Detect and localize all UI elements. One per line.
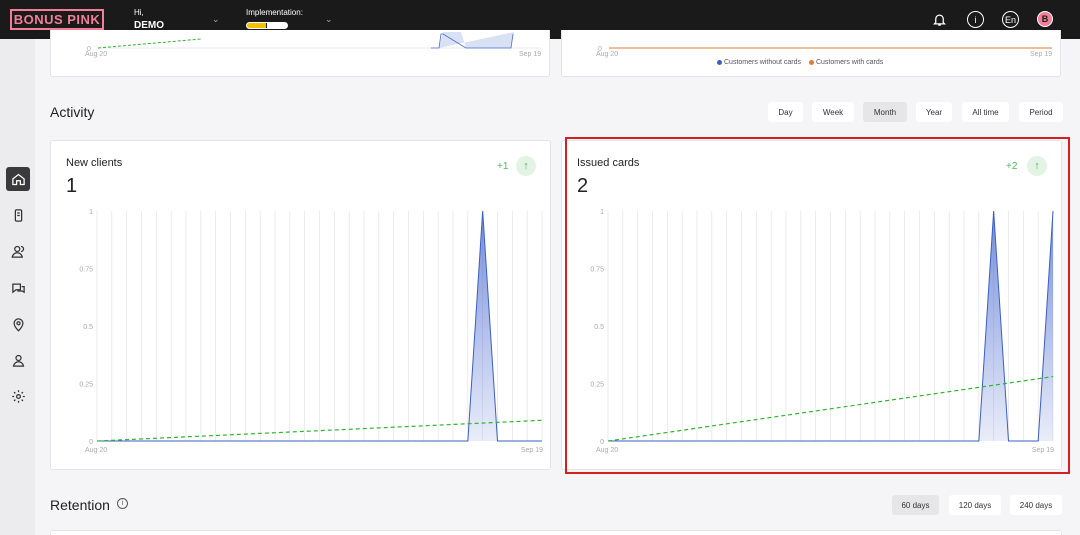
activity-title: Activity: [50, 104, 95, 120]
sidebar-item-settings[interactable]: [6, 384, 30, 408]
y-tick-label: 0.5: [83, 324, 93, 331]
avatar[interactable]: B: [1037, 11, 1053, 27]
period-week-button[interactable]: Week: [812, 102, 854, 122]
bell-icon[interactable]: [931, 11, 948, 28]
brand-logo[interactable]: BONUS PINK: [10, 9, 104, 30]
info-icon[interactable]: i: [967, 11, 984, 28]
user-greeting[interactable]: Hi, DEMO: [134, 8, 164, 31]
retention-title: Retention: [50, 497, 110, 513]
sidebar: [0, 39, 35, 535]
sidebar-item-location[interactable]: [6, 312, 30, 336]
period-custom-button[interactable]: Period: [1019, 102, 1063, 122]
chevron-down-icon[interactable]: ⌄: [212, 14, 220, 25]
x-axis-end-label: Sep 19: [1030, 51, 1053, 58]
retention-240-days-button[interactable]: 240 days: [1010, 495, 1062, 515]
x-axis-end-label: Sep 19: [519, 51, 542, 58]
implementation-progress-fill: [247, 23, 267, 28]
chevron-down-icon[interactable]: ⌄: [325, 14, 333, 25]
x-axis-start-label: Aug 20: [596, 51, 619, 58]
phone-icon: [14, 208, 22, 222]
sidebar-item-home[interactable]: [6, 167, 30, 191]
period-month-button[interactable]: Month: [863, 102, 907, 122]
period-all-time-button[interactable]: All time: [962, 102, 1009, 122]
sidebar-item-phone[interactable]: [6, 203, 30, 227]
y-tick-label: 1: [89, 209, 93, 216]
selection-highlight: [565, 137, 1070, 474]
greeting-text: Hi,: [134, 8, 144, 17]
retention-60-days-button[interactable]: 60 days: [892, 495, 939, 515]
new-clients-card: New clients 1 +1 ↑ 1 0.75 0.5 0.25 0 Aug 20 Se…: [50, 140, 551, 470]
x-axis-start-label: Aug 20: [85, 51, 108, 58]
period-year-button[interactable]: Year: [916, 102, 952, 122]
person-icon: [12, 354, 24, 367]
retention-120-days-button[interactable]: 120 days: [949, 495, 1001, 515]
legend-item-with-cards[interactable]: Customers with cards: [808, 59, 883, 66]
location-icon: [12, 317, 24, 332]
implementation-label: Implementation:: [246, 8, 303, 17]
new-clients-chart: 1 0.75 0.5 0.25 0Aug 20 Sep 19: [79, 209, 543, 454]
implementation-progress-bar: [246, 22, 288, 29]
y-tick-label: 0.75: [79, 267, 93, 274]
users-icon: [10, 245, 24, 258]
period-day-button[interactable]: Day: [768, 102, 803, 122]
retention-card: [50, 530, 1062, 535]
home-icon: [11, 173, 25, 185]
sidebar-item-profile[interactable]: [6, 348, 30, 372]
y-tick-label: 0.25: [79, 382, 93, 389]
language-selector[interactable]: En: [1002, 11, 1019, 28]
chart-legend: Customers without cards Customers with c…: [717, 59, 883, 66]
area-fragment: [439, 32, 514, 48]
legend-item-without-cards[interactable]: Customers without cards: [717, 59, 801, 66]
trend-line: [97, 38, 202, 49]
info-icon[interactable]: i: [117, 498, 128, 509]
gear-icon: [11, 389, 25, 403]
x-tick-label: Sep 19: [521, 447, 543, 454]
y-tick-label: 0: [89, 439, 93, 446]
sidebar-item-users[interactable]: [6, 239, 30, 263]
sidebar-item-chat[interactable]: [6, 276, 30, 300]
x-tick-label: Aug 20: [85, 447, 107, 454]
top-left-chart-card: 0 Aug 20 Sep 19: [50, 30, 550, 77]
chat-icon: [11, 283, 25, 294]
top-right-chart-card: 0 Aug 20 Sep 19 Customers without cards …: [561, 30, 1061, 77]
